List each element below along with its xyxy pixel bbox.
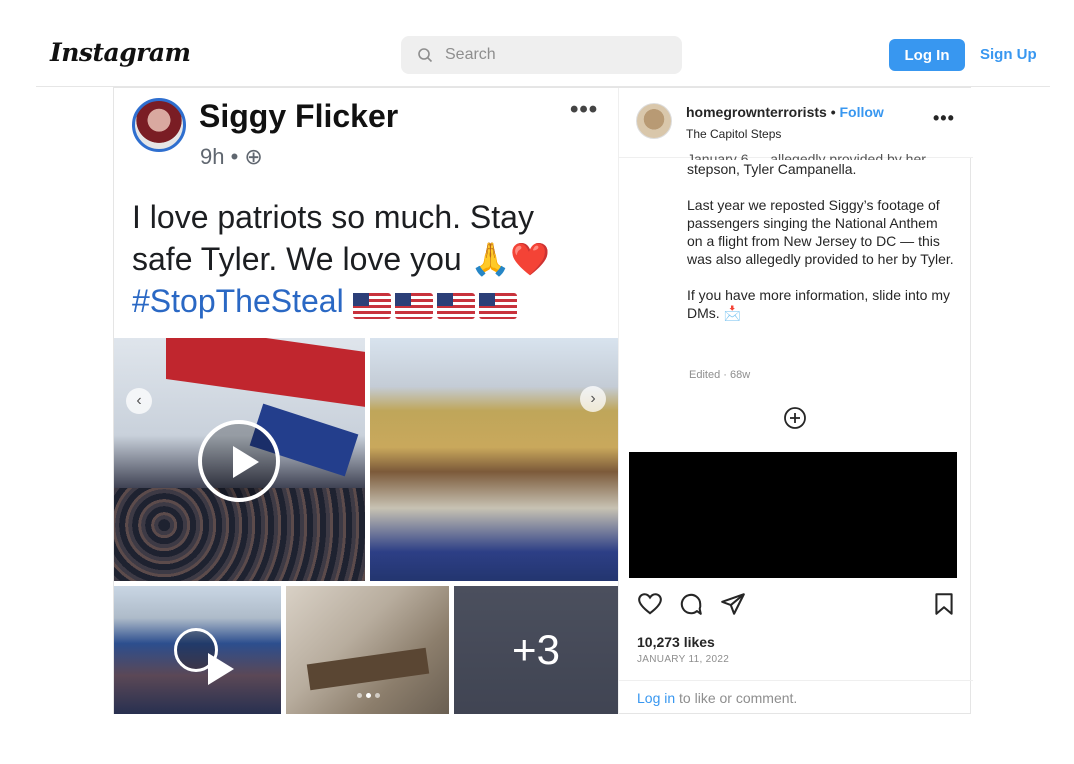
play-icon: [198, 420, 280, 502]
bookmark-icon[interactable]: [931, 591, 957, 617]
post-author: homegrownterrorists • Follow: [686, 104, 884, 120]
photo-senate-chamber: [370, 338, 618, 581]
caption-paragraph-3: If you have more information, slide into…: [687, 287, 951, 321]
post-sidebar: homegrownterrorists • Follow The Capitol…: [618, 88, 973, 714]
us-flag-icon: [394, 293, 433, 320]
post-date: JANUARY 11, 2022: [637, 654, 730, 665]
fb-avatar: [132, 98, 186, 152]
more-photos-count: +3: [512, 626, 560, 673]
search-input[interactable]: Search: [401, 36, 682, 74]
fb-text-line1: I love patriots so much. Stay: [132, 199, 534, 235]
fb-more-icon: •••: [570, 96, 599, 123]
fb-timestamp: 9h • ⊕: [200, 144, 263, 169]
caption-paragraph-2: Last year we reposted Siggy’s footage of…: [687, 197, 954, 267]
photo-more: +3: [454, 586, 618, 714]
post-header: homegrownterrorists • Follow The Capitol…: [619, 88, 973, 158]
search-icon: [418, 48, 433, 63]
post-location[interactable]: The Capitol Steps: [686, 127, 781, 141]
plaque: [306, 647, 430, 691]
caption-truncated-line: January 6 — allegedly provided by her: [687, 151, 926, 160]
caption-paragraph-1: stepson, Tyler Campanella.: [687, 161, 857, 177]
post-image[interactable]: Siggy Flicker 9h • ⊕ ••• I love patriots…: [114, 88, 618, 714]
avatar[interactable]: [636, 103, 672, 139]
red-banner: [166, 338, 365, 408]
instagram-logo[interactable]: Instagram: [50, 38, 191, 67]
us-flag-icon: [436, 293, 475, 320]
fb-post-text: I love patriots so much. Stay safe Tyler…: [132, 196, 602, 325]
login-comment-text: to like or comment.: [675, 690, 798, 706]
edited-timestamp: Edited · 68w: [689, 369, 751, 381]
caption: January 6 — allegedly provided by her st…: [687, 151, 957, 340]
search-placeholder: Search: [445, 46, 496, 63]
likes-count[interactable]: 10,273 likes: [637, 634, 715, 650]
add-circle-icon[interactable]: [783, 406, 807, 430]
post-card: Siggy Flicker 9h • ⊕ ••• I love patriots…: [113, 87, 973, 714]
photo-crowd-capitol: [114, 586, 281, 714]
previous-arrow-icon[interactable]: ‹: [126, 388, 152, 414]
more-options-icon[interactable]: •••: [933, 108, 955, 129]
separator: •: [826, 104, 840, 120]
username-link[interactable]: homegrownterrorists: [686, 104, 827, 120]
divider: [619, 680, 973, 681]
signup-link[interactable]: Sign Up: [980, 46, 1037, 63]
fb-text-line2: safe Tyler. We love you 🙏❤️: [132, 241, 551, 277]
redacted-block: [629, 452, 957, 578]
follow-button[interactable]: Follow: [840, 104, 884, 120]
next-arrow-icon[interactable]: ›: [580, 386, 606, 412]
fb-author-name: Siggy Flicker: [199, 98, 399, 134]
play-icon: [174, 628, 234, 685]
photo-crowd-flags: [114, 338, 365, 581]
carousel-indicator: [357, 693, 380, 698]
us-flag-icon: [478, 293, 517, 320]
login-link[interactable]: Log in: [637, 690, 675, 706]
us-flags: [352, 283, 521, 325]
login-button[interactable]: Log In: [889, 39, 965, 71]
action-bar: [637, 591, 957, 617]
top-bar: Instagram Search Log In Sign Up: [0, 0, 1074, 86]
comment-icon[interactable]: [678, 591, 704, 617]
us-flag-icon: [352, 293, 391, 320]
fb-hashtag: #StopTheSteal: [132, 283, 344, 319]
heart-icon[interactable]: [637, 591, 663, 617]
login-to-comment: Log in to like or comment.: [637, 690, 797, 706]
share-icon[interactable]: [720, 591, 746, 617]
